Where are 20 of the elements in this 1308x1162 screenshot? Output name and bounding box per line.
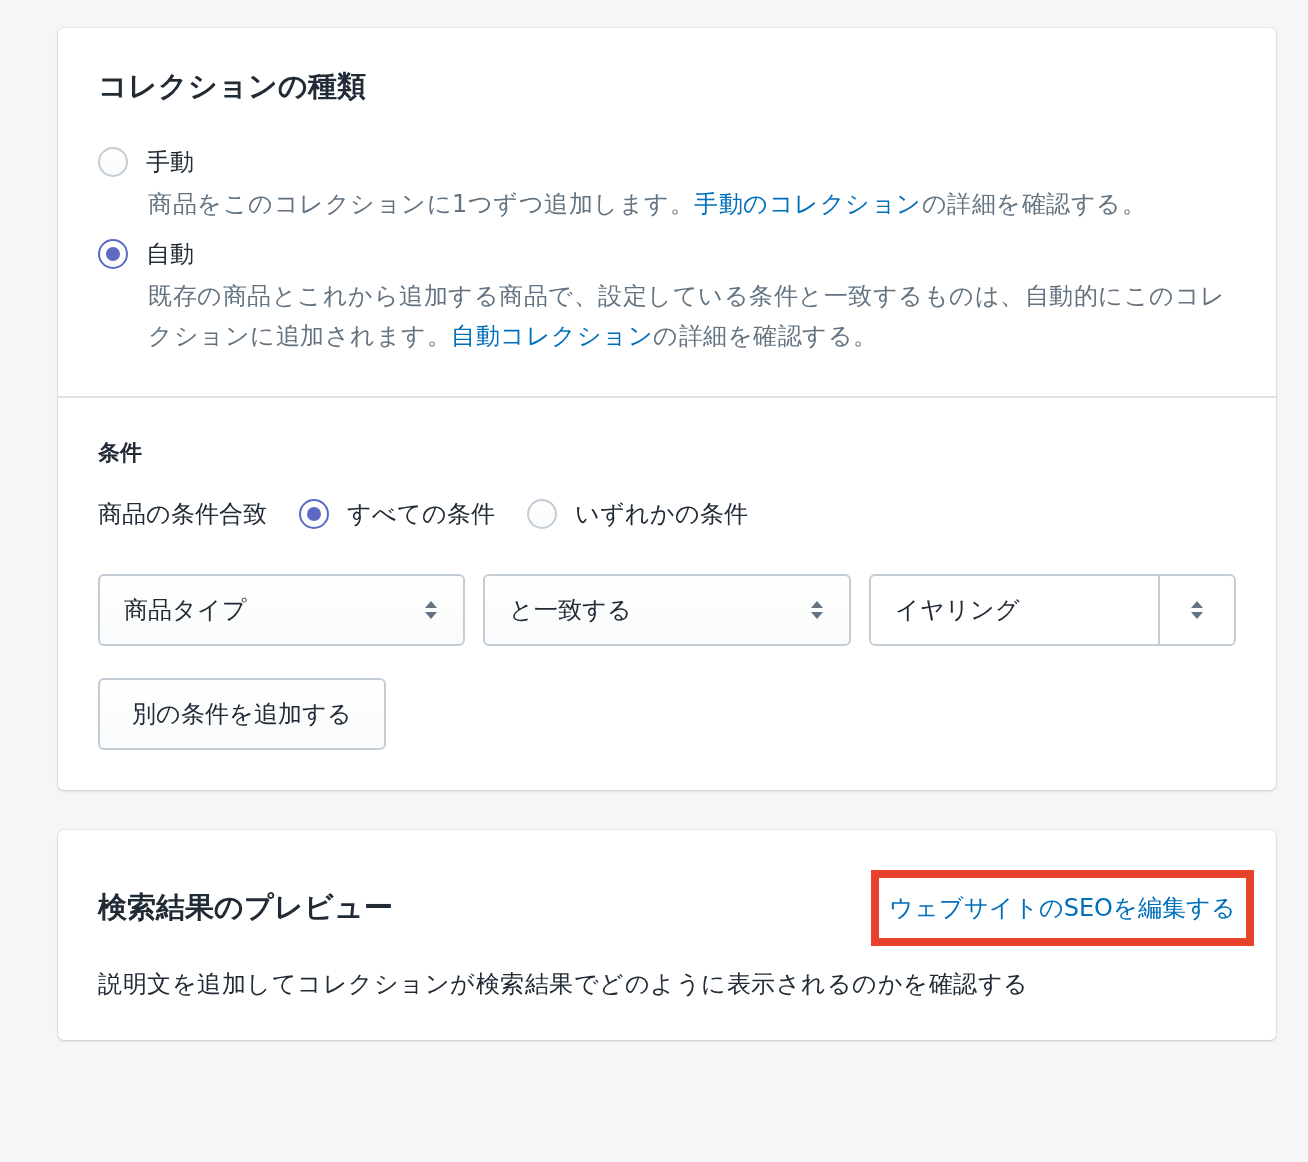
option-description: 既存の商品とこれから追加する商品で、設定している条件と一致するものは、自動的にこのコレクションに追加されます。自動コレクションの詳細を確認する。	[148, 280, 1227, 352]
conditions-title: 条件	[98, 438, 143, 467]
radio-label: 手動	[146, 146, 194, 178]
radio-button[interactable]	[299, 498, 329, 529]
value-input[interactable]: イヤリング	[868, 573, 1236, 646]
radio-button[interactable]	[98, 238, 128, 269]
add-condition-button[interactable]: 別の条件を追加する	[98, 677, 386, 750]
radio-label: すべての条件	[347, 498, 495, 530]
option-description: 商品をこのコレクションに1つずつ追加します。手動のコレクション の詳細を確認する。	[148, 188, 1148, 220]
seo-description: 説明文を追加してコレクションが検索結果でどのように表示されるのかを確認する	[98, 968, 1030, 1000]
help-link[interactable]: 手動のコレクション	[694, 189, 922, 218]
radio-label: 自動	[146, 238, 194, 270]
field-select[interactable]: 商品タイプ	[98, 573, 466, 646]
section-title: コレクションの種類	[98, 68, 367, 105]
edit-seo-link[interactable]: ウェブサイトのSEOを編集する	[870, 869, 1254, 946]
help-link[interactable]: 自動コレクション	[451, 321, 653, 350]
match-label: 商品の条件合致	[98, 498, 267, 530]
seo-title: 検索結果のプレビュー	[98, 888, 393, 926]
relation-select[interactable]: と一致する	[483, 573, 851, 646]
radio-label: いずれかの条件	[575, 498, 748, 530]
